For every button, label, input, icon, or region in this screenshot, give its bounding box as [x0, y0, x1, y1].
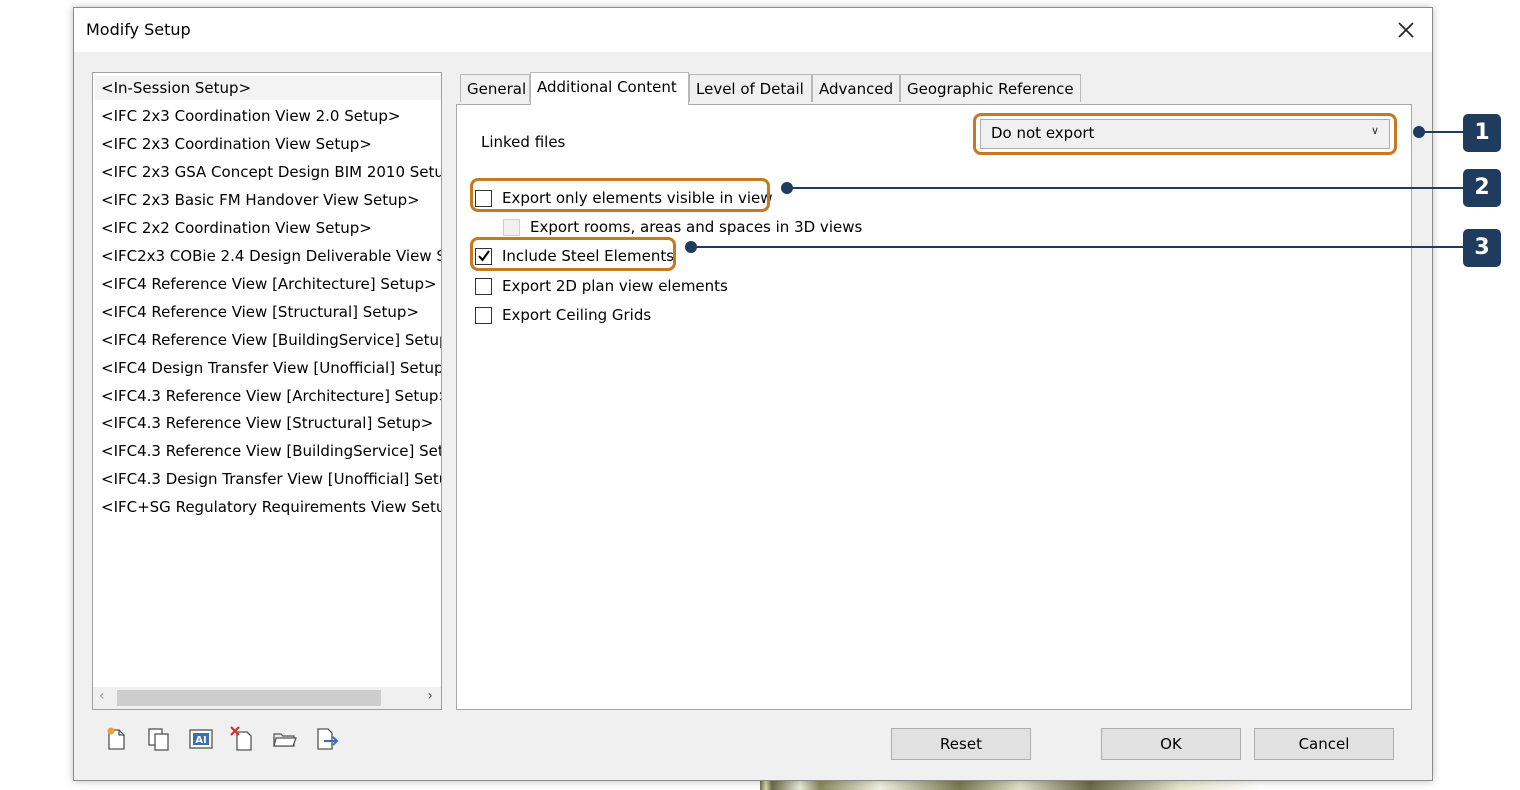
tab-general[interactable]: General [460, 74, 530, 102]
reset-button[interactable]: Reset [891, 728, 1031, 760]
option-label: Export rooms, areas and spaces in 3D vie… [530, 218, 863, 236]
import-setup-icon[interactable] [272, 726, 298, 752]
setup-list-item[interactable]: <IFC4 Design Transfer View [Unofficial] … [101, 356, 441, 380]
export-setup-icon[interactable] [314, 726, 340, 752]
horizontal-scrollbar[interactable]: ‹ › [93, 687, 441, 709]
checkmark-icon [478, 250, 490, 262]
setup-list-item[interactable]: <IFC4.3 Reference View [Structural] Setu… [101, 411, 433, 435]
checkbox-export-ceiling-grids[interactable] [475, 307, 492, 324]
new-setup-icon[interactable] [104, 726, 130, 752]
option-label: Include Steel Elements [502, 247, 675, 265]
setup-list-item[interactable]: <IFC+SG Regulatory Requirements View Set… [101, 495, 441, 519]
tab-additional-content[interactable]: Additional Content [530, 72, 689, 105]
duplicate-setup-icon[interactable] [146, 726, 172, 752]
setup-list[interactable]: <In-Session Setup> <IFC 2x3 Coordination… [92, 72, 442, 710]
tab-level-of-detail[interactable]: Level of Detail [689, 74, 812, 102]
setup-list-item[interactable]: <IFC 2x3 Coordination View Setup> [101, 132, 372, 156]
linked-files-value: Do not export [991, 124, 1095, 142]
checkbox-export-rooms [503, 219, 520, 236]
setup-list-item[interactable]: <IFC4.3 Reference View [BuildingService]… [101, 439, 441, 463]
option-label: Export only elements visible in view [502, 189, 773, 207]
checkbox-export-visible[interactable] [475, 190, 492, 207]
option-label: Export Ceiling Grids [502, 306, 652, 324]
delete-setup-icon[interactable] [230, 726, 256, 752]
callout-line-3 [694, 246, 1464, 248]
setup-list-item[interactable]: <IFC 2x3 Coordination View 2.0 Setup> [101, 104, 400, 128]
setup-list-item[interactable]: <IFC4 Reference View [BuildingService] S… [101, 328, 441, 352]
setup-list-item[interactable]: <IFC 2x3 Basic FM Handover View Setup> [101, 188, 420, 212]
close-icon [1398, 22, 1414, 38]
title-bar: Modify Setup [74, 8, 1432, 52]
callout-line-2 [790, 187, 1464, 189]
setup-list-item[interactable]: <IFC2x3 COBie 2.4 Design Deliverable Vie… [101, 244, 441, 268]
close-button[interactable] [1390, 14, 1422, 46]
tab-geographic-reference[interactable]: Geographic Reference [900, 74, 1081, 102]
setup-list-item[interactable]: <IFC 2x2 Coordination View Setup> [101, 216, 372, 240]
rename-setup-icon[interactable]: AI [188, 726, 214, 752]
callout-badge-3: 3 [1463, 229, 1501, 267]
setup-list-item[interactable]: <IFC4 Reference View [Architecture] Setu… [101, 272, 437, 296]
linked-files-dropdown[interactable]: Do not export ∨ [980, 119, 1390, 149]
setup-list-item[interactable]: <IFC4.3 Reference View [Architecture] Se… [101, 384, 441, 408]
dialog-title: Modify Setup [86, 20, 191, 39]
linked-files-label: Linked files [481, 133, 566, 151]
chevron-down-icon: ∨ [1370, 124, 1379, 137]
callout-badge-1: 1 [1463, 114, 1501, 152]
svg-text:AI: AI [195, 735, 206, 746]
checkbox-export-2d-plan[interactable] [475, 278, 492, 295]
additional-content-panel: Linked files Do not export ∨ Export only… [456, 104, 1412, 710]
callout-line-1 [1422, 131, 1464, 133]
setup-list-item[interactable]: <IFC4.3 Design Transfer View [Unofficial… [101, 467, 441, 491]
modify-setup-dialog: Modify Setup <In-Session Setup> <IFC 2x3… [73, 7, 1433, 781]
checkbox-include-steel[interactable] [475, 248, 492, 265]
setup-list-item[interactable]: <In-Session Setup> [95, 76, 441, 100]
ok-button[interactable]: OK [1101, 728, 1241, 760]
cancel-button[interactable]: Cancel [1254, 728, 1394, 760]
callout-badge-2: 2 [1463, 169, 1501, 207]
option-label: Export 2D plan view elements [502, 277, 728, 295]
tab-advanced[interactable]: Advanced [812, 74, 900, 102]
setup-list-item[interactable]: <IFC4 Reference View [Structural] Setup> [101, 300, 419, 324]
setup-list-item[interactable]: <IFC 2x3 GSA Concept Design BIM 2010 Set… [101, 160, 441, 184]
scroll-right-icon[interactable]: › [427, 688, 433, 704]
scrollbar-thumb[interactable] [117, 690, 381, 706]
scroll-left-icon[interactable]: ‹ [99, 688, 105, 704]
